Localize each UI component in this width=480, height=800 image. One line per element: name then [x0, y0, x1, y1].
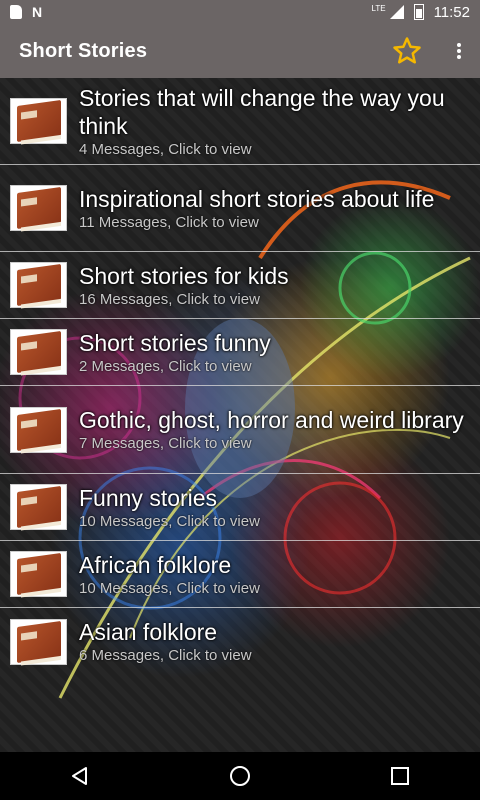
story-title: Inspirational short stories about life [79, 185, 435, 212]
story-title: African folklore [79, 551, 232, 578]
story-title: Short stories for kids [79, 262, 289, 289]
favorite-button[interactable] [390, 34, 424, 68]
battery-icon [413, 4, 424, 20]
network-type: LTE [371, 3, 386, 13]
book-icon [10, 185, 67, 231]
story-title: Asian folklore [79, 619, 218, 645]
status-left: N [10, 4, 42, 20]
more-options-button[interactable] [454, 39, 464, 63]
story-title: Short stories funny [79, 329, 271, 356]
book-icon [10, 262, 67, 308]
story-item-4[interactable]: Short stories funny 2 Messages, Click to… [0, 319, 480, 386]
story-title: Stories that will change the way you thi… [79, 84, 445, 139]
story-item-6[interactable]: Funny stories 10 Messages, Click to view [0, 474, 480, 541]
back-button[interactable] [50, 752, 110, 800]
story-subtitle: 2 Messages, Click to view [79, 357, 252, 375]
status-bar: N LTE 11:52 [0, 0, 480, 24]
story-item-1[interactable]: Stories that will change the way you thi… [0, 78, 480, 165]
story-item-5[interactable]: Gothic, ghost, horror and weird library … [0, 386, 480, 474]
back-triangle-icon [72, 767, 87, 785]
book-icon [10, 329, 67, 375]
story-subtitle: 6 Messages, Click to view [79, 647, 252, 664]
story-item-2[interactable]: Inspirational short stories about life 1… [0, 165, 480, 252]
recents-square-icon [391, 767, 409, 785]
story-subtitle: 10 Messages, Click to view [79, 512, 260, 530]
status-right: LTE 11:52 [371, 4, 470, 21]
clock: 11:52 [433, 3, 470, 21]
story-list-container[interactable]: Stories that will change the way you thi… [0, 78, 480, 752]
book-icon [10, 551, 67, 597]
navigation-bar [0, 752, 480, 800]
story-subtitle: 11 Messages, Click to view [79, 213, 259, 231]
story-item-7[interactable]: African folklore 10 Messages, Click to v… [0, 541, 480, 608]
app-bar: Short Stories [0, 24, 480, 78]
book-icon [10, 98, 67, 144]
story-subtitle: 7 Messages, Click to view [79, 435, 252, 452]
home-circle-icon [230, 766, 250, 786]
story-subtitle: 16 Messages, Click to view [79, 290, 260, 308]
more-vert-icon [457, 43, 461, 47]
story-subtitle: 10 Messages, Click to view [79, 579, 260, 597]
book-icon [10, 484, 67, 530]
home-button[interactable] [210, 752, 270, 800]
story-list: Stories that will change the way you thi… [0, 78, 480, 675]
book-icon [10, 406, 67, 453]
recents-button[interactable] [370, 752, 430, 800]
story-item-8[interactable]: Asian folklore 6 Messages, Click to view [0, 608, 480, 675]
signal-icon [389, 5, 404, 19]
book-icon [10, 618, 67, 665]
story-subtitle: 4 Messages, Click to view [79, 140, 252, 158]
story-item-3[interactable]: Short stories for kids 16 Messages, Clic… [0, 252, 480, 319]
sd-card-icon [10, 5, 22, 19]
app-title: Short Stories [19, 39, 148, 62]
story-title: Gothic, ghost, horror and weird library [79, 407, 464, 433]
story-title: Funny stories [79, 484, 218, 511]
n-icon: N [32, 4, 43, 20]
star-outline-icon [393, 37, 421, 64]
